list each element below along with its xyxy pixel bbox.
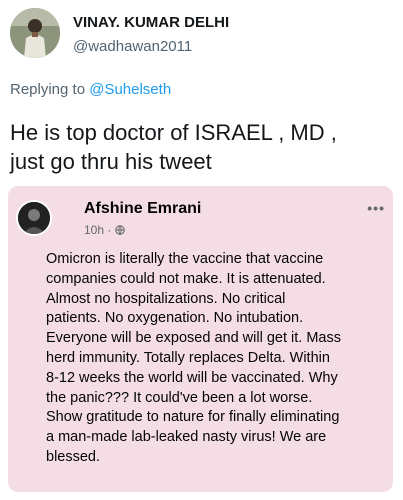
embedded-post-time: 10h ·: [84, 223, 112, 237]
embedded-post-line: companies could not make. It is attenuat…: [46, 270, 326, 287]
more-dots-icon: •••: [367, 200, 385, 216]
embedded-post-line: Show gratitude to nature for finally eli…: [46, 409, 340, 426]
tweet-text-line: just go thru his tweet: [10, 149, 212, 174]
embedded-author-avatar: [16, 200, 52, 236]
embedded-avatar-photo-icon: [18, 202, 50, 234]
embedded-post-line: a man-made lab-leaked nasty virus! We ar…: [46, 429, 327, 446]
tweet-text-line: He is top doctor of ISRAEL , MD ,: [10, 120, 337, 145]
author-handle[interactable]: @wadhawan2011: [73, 38, 192, 55]
embedded-post-body: Omicron is literally the vaccine that va…: [46, 250, 391, 468]
tweet-header: VINAY. KUMAR DELHI @wadhawan2011: [10, 8, 393, 60]
embedded-post-line: 8-12 weeks the world will be vaccinated.…: [46, 369, 338, 386]
embedded-post-line: herd immunity. Totally replaces Delta. W…: [46, 349, 330, 366]
avatar[interactable]: [10, 8, 60, 58]
replying-prefix: Replying to: [10, 81, 86, 98]
embedded-post-line: Everyone will be exposed and will get it…: [46, 330, 341, 347]
embedded-author-name: Afshine Emrani: [84, 200, 202, 217]
embedded-post-screenshot: Afshine Emrani 10h · ••• Omicron is lite…: [8, 186, 393, 492]
replying-to-mention[interactable]: @Suhelseth: [89, 81, 171, 98]
tweet-text: He is top doctor of ISRAEL , MD , just g…: [10, 118, 395, 176]
embedded-post-line: blessed.: [46, 448, 101, 465]
embedded-post-line: Omicron is literally the vaccine that va…: [46, 251, 324, 267]
avatar-photo-icon: [10, 8, 60, 58]
embedded-post-line: the panic??? It could've been a lot wors…: [46, 389, 313, 406]
embedded-post-meta: 10h ·: [84, 223, 126, 237]
globe-icon: [115, 225, 126, 235]
embedded-post-line: patients. No oxygenation. No intubation.: [46, 310, 304, 327]
replying-to-line: Replying to @Suhelseth: [10, 81, 171, 98]
embedded-post-line: Almost no hospitalizations. No critical: [46, 290, 286, 307]
author-name[interactable]: VINAY. KUMAR DELHI: [73, 14, 229, 31]
